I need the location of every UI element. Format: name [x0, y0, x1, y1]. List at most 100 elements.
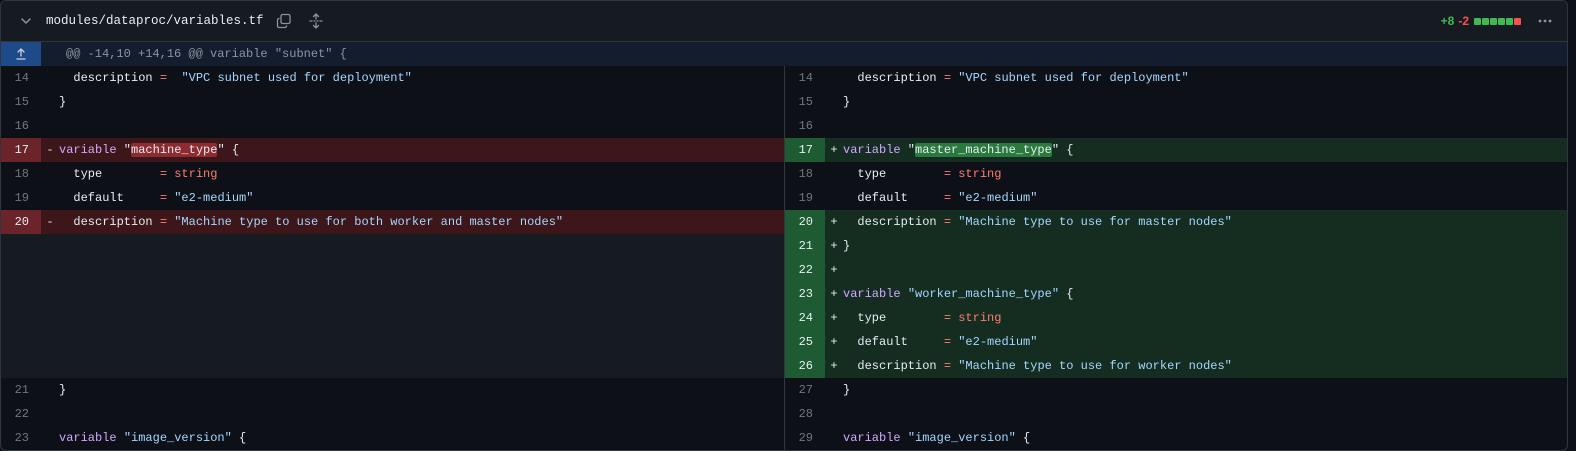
- diff-row-addition: 25 + default = "e2-medium": [785, 330, 1567, 354]
- code-line: default = "e2-medium": [59, 191, 253, 205]
- code-line: description = "VPC subnet used for deplo…: [843, 71, 1189, 85]
- code-line: }: [59, 383, 66, 397]
- code-token: "VPC subnet used for deployment": [958, 71, 1189, 85]
- diff-file-panel: modules/dataproc/variables.tf +8 -2 @@ -…: [0, 0, 1568, 451]
- code-token: "Machine type to use for both worker and…: [174, 215, 564, 229]
- line-number[interactable]: 16: [785, 114, 825, 138]
- diff-marker: +: [830, 287, 838, 301]
- diff-row-context: 14 description = "VPC subnet used for de…: [785, 66, 1567, 90]
- diffstat-block-add: [1482, 17, 1489, 25]
- line-number[interactable]: 19: [785, 186, 825, 210]
- line-number[interactable]: 14: [1, 66, 41, 90]
- line-number[interactable]: 20: [1, 210, 41, 234]
- diffstat-block-add: [1498, 17, 1505, 25]
- diff-marker: +: [830, 143, 838, 157]
- diff-row-context: 19 default = "e2-medium": [785, 186, 1567, 210]
- diff-marker: +: [830, 359, 838, 373]
- line-number[interactable]: 25: [785, 330, 825, 354]
- code-line: description = "VPC subnet used for deplo…: [59, 71, 411, 85]
- code-token: }: [59, 95, 67, 109]
- unfold-icon[interactable]: [306, 11, 326, 31]
- diff-row-context: 19 default = "e2-medium": [1, 186, 784, 210]
- line-number[interactable]: 18: [785, 162, 825, 186]
- diff-row-deletion: 17- variable "machine_type" {: [1, 138, 784, 162]
- line-number[interactable]: 28: [785, 402, 825, 426]
- diff-row-context: 18 type = string: [785, 162, 1567, 186]
- line-number[interactable]: 21: [785, 234, 825, 258]
- diff-marker: +: [830, 215, 838, 229]
- diff-row-addition: 20 + description = "Machine type to use f…: [785, 210, 1567, 234]
- code-token: =: [943, 311, 952, 325]
- code-token: machine_type: [131, 143, 218, 157]
- line-number[interactable]: 19: [1, 186, 41, 210]
- line-number[interactable]: 17: [785, 138, 825, 162]
- diff-marker: +: [830, 311, 838, 325]
- code-token: "e2-medium": [174, 191, 254, 205]
- code-token: variable: [59, 431, 117, 445]
- diffstat-block-add: [1490, 17, 1497, 25]
- line-number[interactable]: 22: [785, 258, 825, 282]
- code-token: =: [943, 167, 952, 181]
- code-line: type = string: [59, 167, 217, 181]
- line-number[interactable]: 14: [785, 66, 825, 90]
- line-number[interactable]: 15: [785, 90, 825, 114]
- line-number[interactable]: 22: [1, 402, 41, 426]
- code-line: type = string: [843, 311, 1001, 325]
- line-number[interactable]: [1, 258, 41, 282]
- fold-up-icon[interactable]: [1, 42, 41, 66]
- code-line: variable "image_version" {: [843, 431, 1030, 445]
- code-token: string: [958, 167, 1002, 181]
- diffstat-block-del: [1514, 17, 1521, 25]
- line-number[interactable]: 24: [785, 306, 825, 330]
- diff-row-addition: 22 +: [785, 258, 1567, 282]
- hunk-header-text: @@ -14,10 +14,16 @@ variable "subnet" {: [66, 47, 347, 61]
- line-number[interactable]: [1, 354, 41, 378]
- line-number[interactable]: 23: [1, 426, 41, 450]
- line-number[interactable]: 18: [1, 162, 41, 186]
- code-line: default = "e2-medium": [843, 335, 1037, 349]
- diff-left-side: 14 description = "VPC subnet used for de…: [1, 66, 784, 450]
- diff-row-context: 16: [785, 114, 1567, 138]
- line-number[interactable]: 29: [785, 426, 825, 450]
- line-number[interactable]: 16: [1, 114, 41, 138]
- hunk-header: @@ -14,10 +14,16 @@ variable "subnet" {: [1, 42, 1567, 66]
- chevron-down-icon[interactable]: [18, 13, 34, 29]
- diff-row-addition: 26 + description = "Machine type to use f…: [785, 354, 1567, 378]
- line-number[interactable]: 27: [785, 378, 825, 402]
- line-number[interactable]: 23: [785, 282, 825, 306]
- line-number[interactable]: 21: [1, 378, 41, 402]
- diff-row-context: 16: [1, 114, 784, 138]
- line-number[interactable]: 20: [785, 210, 825, 234]
- line-number[interactable]: 15: [1, 90, 41, 114]
- line-number[interactable]: [1, 234, 41, 258]
- code-token: =: [159, 215, 168, 229]
- diff-row-addition: 24 + type = string: [785, 306, 1567, 330]
- code-token: variable: [59, 143, 117, 157]
- diff-row-context: 14 description = "VPC subnet used for de…: [1, 66, 784, 90]
- line-number[interactable]: 17: [1, 138, 41, 162]
- diffstat-bar: [1474, 17, 1521, 25]
- copy-icon[interactable]: [274, 11, 294, 31]
- kebab-horizontal-icon[interactable]: [1535, 13, 1555, 29]
- line-number[interactable]: [1, 306, 41, 330]
- code-token: default: [843, 335, 944, 349]
- code-line: default = "e2-medium": [843, 191, 1037, 205]
- code-line: variable "image_version" {: [59, 431, 246, 445]
- line-number[interactable]: 26: [785, 354, 825, 378]
- code-token: variable: [843, 287, 901, 301]
- line-number[interactable]: [1, 282, 41, 306]
- deletions-count: -2: [1458, 14, 1469, 28]
- line-number[interactable]: [1, 330, 41, 354]
- diff-row-context: 23 variable "image_version" {: [1, 426, 784, 450]
- code-token: type: [59, 167, 160, 181]
- code-line: description = "Machine type to use for m…: [843, 215, 1232, 229]
- code-token: }: [843, 383, 851, 397]
- diff-row-context: 15}: [1, 90, 784, 114]
- code-line: description = "Machine type to use for b…: [59, 215, 563, 229]
- file-path[interactable]: modules/dataproc/variables.tf: [46, 14, 264, 28]
- diff-row-deletion: 20- description = "Machine type to use f…: [1, 210, 784, 234]
- diffstat-block-add: [1506, 17, 1513, 25]
- diffstat-block-add: [1474, 17, 1481, 25]
